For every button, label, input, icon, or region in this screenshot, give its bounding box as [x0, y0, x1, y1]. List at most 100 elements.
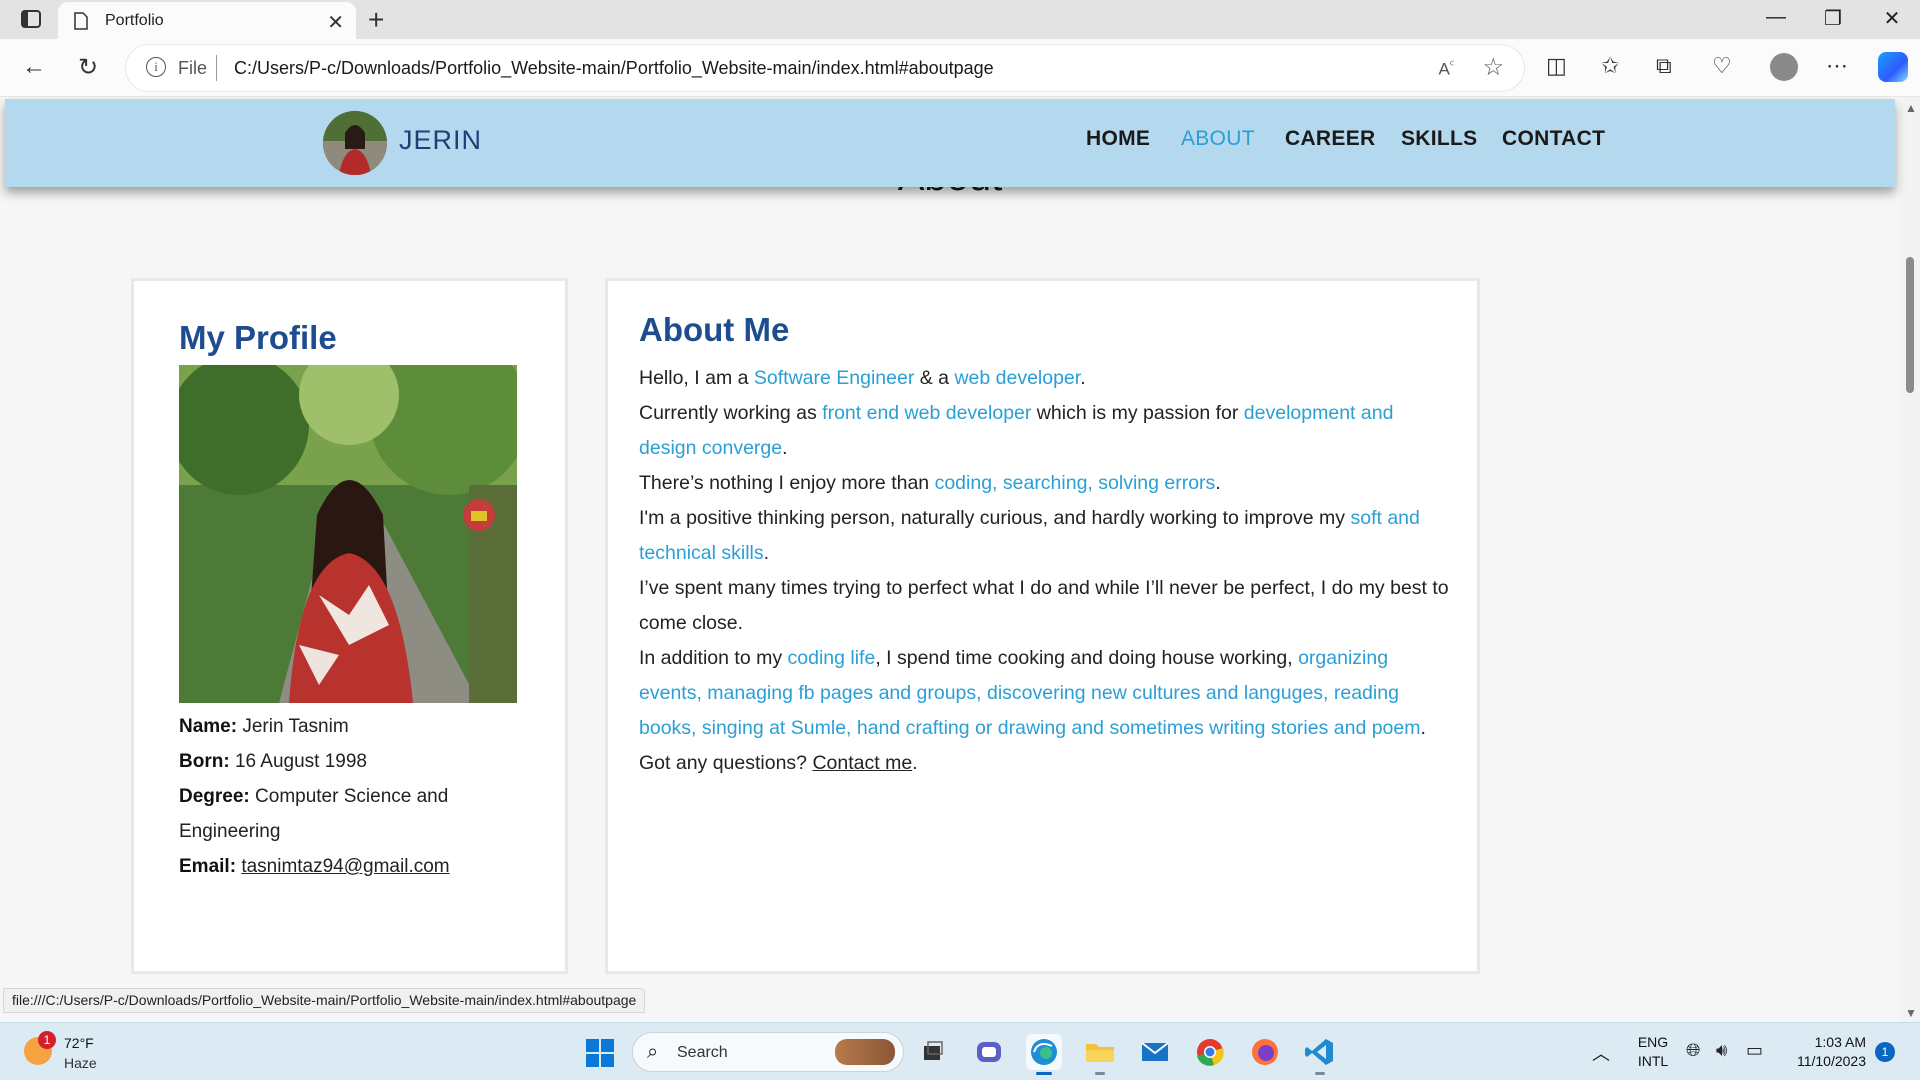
about-text: Hello, I am a Software Engineer & a web …: [639, 361, 1449, 781]
about-line-enjoy: There’s nothing I enjoy more than coding…: [639, 466, 1449, 501]
clock-time: 1:03 AM: [1814, 1034, 1866, 1050]
text: Currently working as: [639, 402, 823, 424]
volume-icon[interactable]: 🔊︎: [1716, 1040, 1727, 1061]
language-indicator[interactable]: ENG INTL: [1633, 1033, 1673, 1071]
tab-actions-icon[interactable]: [20, 9, 42, 29]
browser-tab-bar: Portfolio ✕ + — ❐ ✕: [0, 0, 1920, 39]
brand-name[interactable]: JERIN: [399, 125, 482, 156]
back-icon[interactable]: ←: [22, 53, 46, 81]
email-link[interactable]: tasnimtaz94@gmail.com: [241, 856, 449, 877]
text: .: [763, 542, 770, 564]
logo-avatar[interactable]: [323, 111, 387, 175]
born-label: Born:: [179, 751, 230, 772]
nav-about[interactable]: ABOUT: [1181, 127, 1255, 151]
running-indicator: [1095, 1072, 1105, 1075]
network-icon[interactable]: 🌐︎: [1686, 1040, 1700, 1061]
scroll-thumb[interactable]: [1906, 257, 1914, 393]
profile-name-row: Name: Jerin Tasnim: [179, 709, 519, 744]
about-line-contact: Got any questions? Contact me.: [639, 746, 1449, 781]
text: which is my passion for: [1031, 402, 1244, 424]
search-icon: ⌕: [647, 1041, 659, 1063]
address-bar[interactable]: i File C:/Users/P-c/Downloads/Portfolio_…: [126, 45, 1524, 91]
active-indicator: [1036, 1072, 1052, 1075]
text: .: [1080, 367, 1086, 389]
copilot-icon[interactable]: [1878, 52, 1908, 82]
nav-career[interactable]: CAREER: [1285, 127, 1375, 151]
weather-badge: 1: [38, 1031, 56, 1049]
highlight-coding-life: coding life: [787, 647, 876, 669]
clock[interactable]: 1:03 AM 11/10/2023: [1786, 1033, 1866, 1071]
favorite-star-icon[interactable]: ☆: [1482, 53, 1504, 82]
running-indicator: [1315, 1072, 1325, 1075]
about-line-positive: I'm a positive thinking person, naturall…: [639, 501, 1449, 571]
text: , I spend time cooking and doing house w…: [875, 647, 1299, 669]
profile-name: Jerin Tasnim: [242, 716, 349, 737]
weather-condition: Haze: [64, 1055, 97, 1071]
text: .: [912, 752, 918, 774]
nav-contact[interactable]: CONTACT: [1502, 127, 1605, 151]
battery-icon[interactable]: ▭: [1746, 1040, 1763, 1061]
text: Hello, I am a: [639, 367, 754, 389]
edge-icon[interactable]: [1026, 1034, 1062, 1075]
nav-home[interactable]: HOME: [1086, 127, 1150, 151]
firefox-icon[interactable]: [1247, 1034, 1283, 1070]
browser-tab[interactable]: Portfolio ✕: [58, 2, 356, 39]
info-icon[interactable]: i: [146, 57, 166, 77]
profile-born-row: Born: 16 August 1998: [179, 744, 519, 779]
browser-essentials-icon[interactable]: ♡: [1712, 53, 1732, 79]
about-title: About Me: [639, 311, 790, 348]
profile-title: My Profile: [179, 319, 337, 356]
status-bar-url: file:///C:/Users/P-c/Downloads/Portfolio…: [3, 988, 646, 1013]
email-label: Email:: [179, 856, 237, 877]
new-tab-icon[interactable]: +: [368, 4, 384, 36]
show-hidden-icons-icon[interactable]: ︿: [1592, 1040, 1610, 1066]
collections-icon[interactable]: ⧉: [1656, 53, 1672, 79]
about-line-intro: Hello, I am a Software Engineer & a web …: [639, 361, 1449, 396]
split-screen-icon[interactable]: ◫: [1546, 53, 1567, 79]
restore-icon[interactable]: ❐: [1813, 6, 1853, 31]
text: .: [1215, 472, 1221, 494]
windows-taskbar: 1 72°F Haze ⌕ Search ︿ ENG INTL 🌐︎ 🔊︎ ▭: [0, 1022, 1920, 1080]
highlight-software-engineer: Software Engineer: [753, 367, 915, 389]
nav-skills[interactable]: SKILLS: [1401, 127, 1477, 151]
text: & a: [914, 367, 955, 389]
start-icon[interactable]: [586, 1039, 614, 1067]
contact-me-link[interactable]: Contact me: [812, 752, 912, 774]
clock-date: 11/10/2023: [1796, 1053, 1866, 1069]
scroll-down-icon[interactable]: ▼: [1905, 1006, 1917, 1020]
task-view-icon[interactable]: [914, 1034, 950, 1070]
taskbar-search[interactable]: ⌕ Search: [632, 1032, 904, 1072]
browser-toolbar: ← ↻ i File C:/Users/P-c/Downloads/Portfo…: [0, 39, 1920, 97]
page-viewport: JERIN HOME ABOUT CAREER SKILLS CONTACT A…: [0, 97, 1920, 1022]
about-line-hobbies: In addition to my coding life, I spend t…: [639, 641, 1449, 746]
file-explorer-icon[interactable]: [1082, 1034, 1118, 1075]
close-window-icon[interactable]: ✕: [1872, 6, 1912, 31]
profile-photo: [179, 365, 517, 703]
highlight-web-developer: web developer: [954, 367, 1081, 389]
search-label: Search: [677, 1044, 728, 1061]
mail-icon[interactable]: [1137, 1034, 1173, 1070]
text: There’s nothing I enjoy more than: [639, 472, 935, 494]
page-scrollbar[interactable]: ▲ ▼: [1900, 97, 1920, 1022]
vscode-icon[interactable]: [1302, 1034, 1338, 1075]
keyboard-layout: INTL: [1637, 1053, 1669, 1069]
profile-avatar-icon[interactable]: [1770, 53, 1798, 81]
name-label: Name:: [179, 716, 238, 737]
favorites-icon[interactable]: ✩: [1601, 53, 1619, 79]
text: I'm a positive thinking person, naturall…: [639, 507, 1351, 529]
profile-email-row: Email: tasnimtaz94@gmail.com: [179, 849, 519, 884]
more-menu-icon[interactable]: ⋯: [1826, 53, 1848, 79]
read-aloud-icon[interactable]: Aꟲ: [1439, 57, 1454, 80]
refresh-icon[interactable]: ↻: [78, 53, 98, 82]
close-tab-icon[interactable]: ✕: [327, 10, 344, 35]
notification-badge[interactable]: 1: [1875, 1042, 1895, 1062]
address-prefix: File: [178, 58, 208, 78]
url-text[interactable]: C:/Users/P-c/Downloads/Portfolio_Website…: [234, 58, 994, 79]
teams-icon[interactable]: [971, 1034, 1007, 1070]
chrome-icon[interactable]: [1192, 1034, 1228, 1070]
scroll-up-icon[interactable]: ▲: [1905, 101, 1917, 115]
profile-degree-row: Degree: Computer Science and Engineering: [179, 779, 519, 849]
about-line-current: Currently working as front end web devel…: [639, 396, 1449, 466]
profile-card: My Profile Name: Jerin Tasnim Born: 16 A…: [131, 278, 568, 974]
minimize-icon[interactable]: —: [1756, 6, 1796, 29]
